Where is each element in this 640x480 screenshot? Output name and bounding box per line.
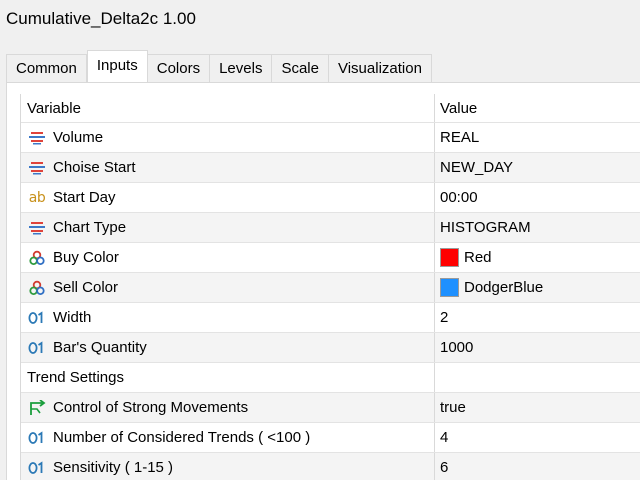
variable-cell: Width	[21, 303, 435, 332]
table-row[interactable]: Sensitivity ( 1-15 ) 6	[21, 453, 640, 480]
variable-label: Start Day	[53, 188, 116, 206]
value-text: HISTOGRAM	[440, 218, 531, 236]
table-row[interactable]: ab Start Day 00:00	[21, 183, 640, 213]
window-title: Cumulative_Delta2c 1.00	[6, 9, 196, 28]
variable-label: Width	[53, 308, 92, 326]
value-cell[interactable]: 4	[435, 423, 640, 452]
value-cell[interactable]: 2	[435, 303, 640, 332]
table-row[interactable]: Sell Color DodgerBlue	[21, 273, 640, 303]
inputs-panel: Variable Value Volume REAL Choise Start NEW…	[6, 82, 640, 480]
column-header-value[interactable]: Value	[435, 94, 640, 122]
variable-cell: Volume	[21, 123, 435, 152]
variable-cell: Trend Settings	[21, 363, 435, 392]
variable-label: Volume	[53, 128, 104, 146]
tab-common[interactable]: Common	[6, 54, 87, 82]
value-text: true	[440, 398, 466, 416]
table-row[interactable]: Volume REAL	[21, 123, 640, 153]
value-text: DodgerBlue	[464, 278, 544, 296]
value-text: 4	[440, 428, 449, 446]
integer-icon	[27, 338, 47, 358]
column-header-variable[interactable]: Variable	[21, 94, 435, 122]
variable-cell: Bar's Quantity	[21, 333, 435, 362]
value-cell[interactable]: true	[435, 393, 640, 422]
table-row[interactable]: Control of Strong Movements true	[21, 393, 640, 423]
variable-cell: Number of Considered Trends ( <100 )	[21, 423, 435, 452]
variable-label: Chart Type	[53, 218, 127, 236]
tab-inputs[interactable]: Inputs	[86, 50, 148, 82]
tab-levels[interactable]: Levels	[210, 54, 273, 82]
variable-label: Number of Considered Trends ( <100 )	[53, 428, 311, 446]
variable-label: Sensitivity ( 1-15 )	[53, 458, 174, 476]
variable-cell: Sensitivity ( 1-15 )	[21, 453, 435, 480]
boolean-icon	[27, 398, 47, 418]
properties-dialog: Cumulative_Delta2c 1.00 Common Inputs Co…	[0, 0, 640, 480]
table-row[interactable]: Number of Considered Trends ( <100 ) 4	[21, 423, 640, 453]
tab-scale[interactable]: Scale	[272, 54, 329, 82]
variable-label: Bar's Quantity	[53, 338, 147, 356]
value-text: 1000	[440, 338, 474, 356]
integer-icon	[27, 458, 47, 478]
value-cell[interactable]: HISTOGRAM	[435, 213, 640, 242]
integer-icon	[27, 308, 47, 328]
color-icon	[27, 278, 47, 298]
value-cell[interactable]: NEW_DAY	[435, 153, 640, 182]
tab-colors[interactable]: Colors	[147, 54, 211, 82]
table-row[interactable]: Bar's Quantity 1000	[21, 333, 640, 363]
variable-cell: Control of Strong Movements	[21, 393, 435, 422]
value-cell[interactable]: Red	[435, 243, 640, 272]
value-cell[interactable]: 00:00	[435, 183, 640, 212]
table-row[interactable]: Chart Type HISTOGRAM	[21, 213, 640, 243]
inputs-grid: Variable Value Volume REAL Choise Start NEW…	[20, 94, 640, 480]
string-icon: ab	[28, 189, 46, 206]
color-swatch[interactable]	[440, 248, 459, 267]
enum-icon	[27, 128, 47, 148]
variable-label: Sell Color	[53, 278, 119, 296]
value-text: REAL	[440, 128, 480, 146]
table-row[interactable]: Choise Start NEW_DAY	[21, 153, 640, 183]
value-text: Red	[464, 248, 492, 266]
variable-label: Trend Settings	[27, 368, 124, 386]
value-text: 2	[440, 308, 449, 326]
variable-label: Buy Color	[53, 248, 119, 266]
tab-visualization[interactable]: Visualization	[328, 54, 432, 82]
color-icon	[27, 248, 47, 268]
value-text: NEW_DAY	[440, 158, 514, 176]
value-text: 00:00	[440, 188, 478, 206]
enum-icon	[27, 218, 47, 238]
variable-label: Choise Start	[53, 158, 136, 176]
color-swatch[interactable]	[440, 278, 459, 297]
table-row[interactable]: Trend Settings	[21, 363, 640, 393]
table-row[interactable]: Buy Color Red	[21, 243, 640, 273]
variable-cell: Chart Type	[21, 213, 435, 242]
grid-header: Variable Value	[21, 94, 640, 123]
value-text: 6	[440, 458, 449, 476]
value-cell[interactable]: 1000	[435, 333, 640, 362]
variable-cell: ab Start Day	[21, 183, 435, 212]
integer-icon	[27, 428, 47, 448]
variable-cell: Sell Color	[21, 273, 435, 302]
value-cell[interactable]: DodgerBlue	[435, 273, 640, 302]
tab-bar: Common Inputs Colors Levels Scale Visual…	[6, 50, 432, 82]
variable-label: Control of Strong Movements	[53, 398, 249, 416]
table-row[interactable]: Width 2	[21, 303, 640, 333]
value-cell[interactable]: 6	[435, 453, 640, 480]
enum-icon	[27, 158, 47, 178]
value-cell[interactable]: REAL	[435, 123, 640, 152]
variable-cell: Choise Start	[21, 153, 435, 182]
value-cell[interactable]	[435, 363, 640, 392]
variable-cell: Buy Color	[21, 243, 435, 272]
